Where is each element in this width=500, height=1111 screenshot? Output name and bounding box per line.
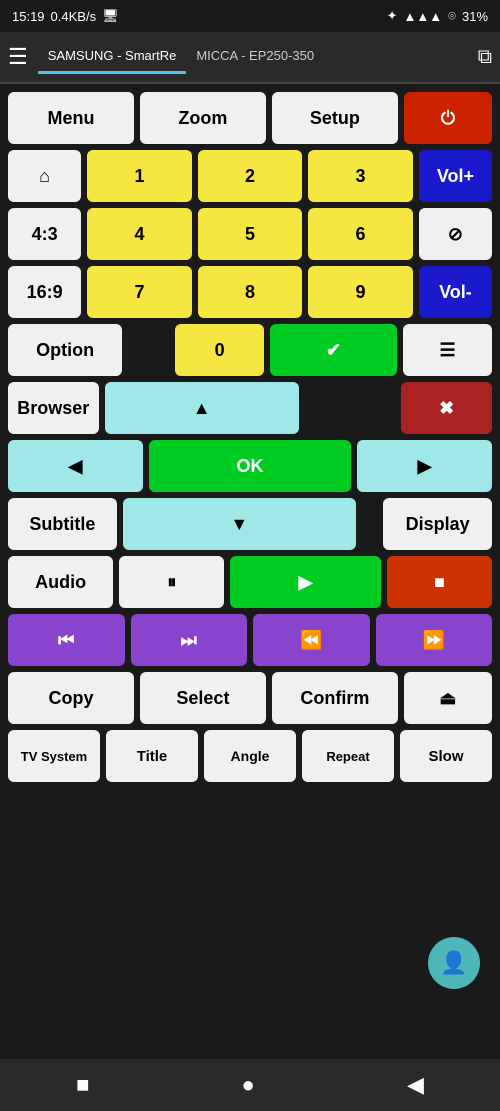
status-bar: 15:19 0.4KB/s 🖥 ✦ ▲▲▲ ⌾ 31% [0, 0, 500, 32]
down-button[interactable]: ▼ [123, 498, 356, 550]
nav-bar: ☰ SAMSUNG - SmartRe MICCA - EP250-350 ⧉ [0, 32, 500, 84]
remote-content: Menu Zoom Setup ⏻ ⌂ 1 2 3 Vol+ 4:3 4 5 6… [0, 84, 500, 1059]
row-6: Browser ▲ ✖ [8, 382, 492, 434]
num2-button[interactable]: 2 [198, 150, 303, 202]
num5-button[interactable]: 5 [198, 208, 303, 260]
subtitle-button[interactable]: Subtitle [8, 498, 117, 550]
angle-button[interactable]: Angle [204, 730, 296, 782]
power-button[interactable]: ⏻ [404, 92, 492, 144]
up-button[interactable]: ▲ [105, 382, 299, 434]
pause-button[interactable]: ⏸ [119, 556, 224, 608]
close-button[interactable]: ✖ [401, 382, 492, 434]
confirm-button[interactable]: Confirm [272, 672, 398, 724]
bottom-nav-bar: ■ ● ◀ [0, 1059, 500, 1111]
screen-icon: 🖥 [102, 8, 119, 24]
fastforward-button[interactable]: ⏩ [376, 614, 493, 666]
num1-button[interactable]: 1 [87, 150, 192, 202]
left-button[interactable]: ◀ [8, 440, 143, 492]
num7-button[interactable]: 7 [87, 266, 192, 318]
bluetooth-icon: ✦ [387, 8, 398, 24]
nav-back-icon[interactable]: ◀ [407, 1072, 424, 1098]
ok-button[interactable]: OK [149, 440, 351, 492]
home-button[interactable]: ⌂ [8, 150, 81, 202]
row-2: ⌂ 1 2 3 Vol+ [8, 150, 492, 202]
hamburger-button[interactable]: ☰ [8, 44, 28, 70]
skip-end-button[interactable]: ⏭ [131, 614, 248, 666]
status-right: ✦ ▲▲▲ ⌾ 31% [387, 8, 488, 24]
status-data: 0.4KB/s [51, 9, 97, 24]
row-4: 16:9 7 8 9 Vol- [8, 266, 492, 318]
repeat-button[interactable]: Repeat [302, 730, 394, 782]
nav-circle-icon[interactable]: ● [242, 1072, 255, 1098]
row-1: Menu Zoom Setup ⏻ [8, 92, 492, 144]
wifi-icon: ⌾ [448, 8, 456, 24]
display-button[interactable]: Display [383, 498, 492, 550]
voldown-button[interactable]: Vol- [419, 266, 492, 318]
ratio169-button[interactable]: 16:9 [8, 266, 81, 318]
slow-button[interactable]: Slow [400, 730, 492, 782]
nav-square-icon[interactable]: ■ [76, 1072, 89, 1098]
row-10: ⏮ ⏭ ⏪ ⏩ [8, 614, 492, 666]
row-11: Copy Select Confirm ⏏ [8, 672, 492, 724]
row-7: ◀ OK ▶ [8, 440, 492, 492]
num9-button[interactable]: 9 [308, 266, 413, 318]
row-12: TV System Title Angle Repeat Slow [8, 730, 492, 782]
row-9: Audio ⏸ ▶ ■ [8, 556, 492, 608]
ratio43-button[interactable]: 4:3 [8, 208, 81, 260]
tab-micca[interactable]: MICCA - EP250-350 [186, 40, 324, 74]
copy-layout-icon[interactable]: ⧉ [478, 46, 492, 69]
list-button[interactable]: ☰ [403, 324, 492, 376]
stop-button[interactable]: ■ [387, 556, 492, 608]
remote-wrapper: Menu Zoom Setup ⏻ ⌂ 1 2 3 Vol+ 4:3 4 5 6… [0, 84, 500, 1059]
setup-button[interactable]: Setup [272, 92, 398, 144]
copy-button[interactable]: Copy [8, 672, 134, 724]
row-5: Option 0 ✔ ☰ [8, 324, 492, 376]
audio-button[interactable]: Audio [8, 556, 113, 608]
num4-button[interactable]: 4 [87, 208, 192, 260]
browser-button[interactable]: Browser [8, 382, 99, 434]
num8-button[interactable]: 8 [198, 266, 303, 318]
num6-button[interactable]: 6 [308, 208, 413, 260]
battery-text: 31% [462, 9, 488, 24]
rewind-button[interactable]: ⏪ [253, 614, 370, 666]
eject-button[interactable]: ⏏ [404, 672, 492, 724]
option-button[interactable]: Option [8, 324, 122, 376]
skip-start-button[interactable]: ⏮ [8, 614, 125, 666]
menu-button[interactable]: Menu [8, 92, 134, 144]
status-time: 15:19 [12, 9, 45, 24]
volup-button[interactable]: Vol+ [419, 150, 492, 202]
status-left: 15:19 0.4KB/s 🖥 [12, 8, 119, 24]
mute-button[interactable]: ⊘ [419, 208, 492, 260]
play-button[interactable]: ▶ [230, 556, 380, 608]
check-button[interactable]: ✔ [270, 324, 397, 376]
row-3: 4:3 4 5 6 ⊘ [8, 208, 492, 260]
tvsystem-button[interactable]: TV System [8, 730, 100, 782]
num3-button[interactable]: 3 [308, 150, 413, 202]
num0-button[interactable]: 0 [175, 324, 264, 376]
right-button[interactable]: ▶ [357, 440, 492, 492]
select-button[interactable]: Select [140, 672, 266, 724]
title-button[interactable]: Title [106, 730, 198, 782]
signal-icon: ▲▲▲ [404, 9, 443, 24]
fab-button[interactable]: 👤 [428, 937, 480, 989]
nav-tabs: SAMSUNG - SmartRe MICCA - EP250-350 [38, 40, 478, 74]
tab-samsung[interactable]: SAMSUNG - SmartRe [38, 40, 187, 74]
row-8: Subtitle ▼ Display [8, 498, 492, 550]
zoom-button[interactable]: Zoom [140, 92, 266, 144]
fab-icon: 👤 [440, 950, 467, 976]
